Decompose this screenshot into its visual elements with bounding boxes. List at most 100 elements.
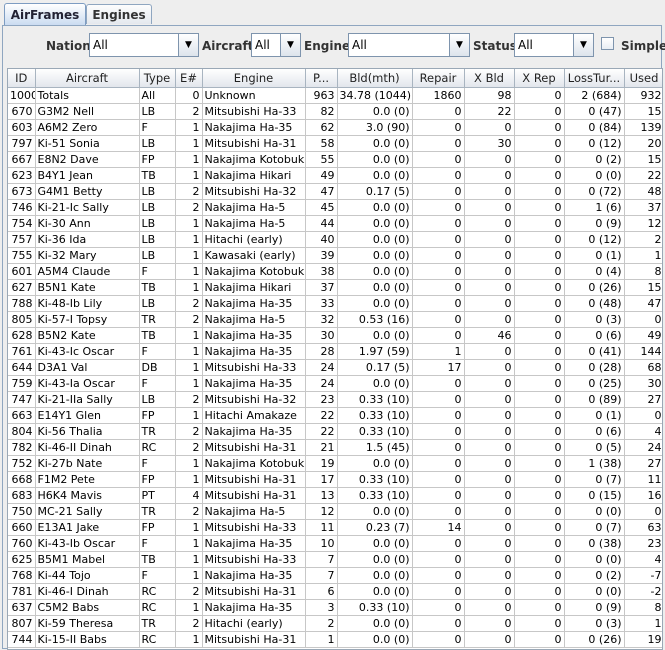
engine-select-value: All xyxy=(352,38,367,52)
cell-engine-count: 2 xyxy=(175,183,203,200)
table-row[interactable]: 663 E14Y1 Glen FP 1 Hitachi Amakaze 22 0.33 (1… xyxy=(8,407,662,424)
column-header-used[interactable]: Used xyxy=(624,69,662,88)
table-row[interactable]: 750 MC-21 Sally TR 2 Nakajima Ha-5 12 0.0 (0) 0… xyxy=(8,503,662,520)
table-row[interactable]: 752 Ki-27b Nate F 1 Nakajima Kotobuki 19 0.0 (… xyxy=(8,455,662,472)
table-row[interactable]: 670 G3M2 Nell LB 2 Mitsubishi Ha-33 82 0.0 (0)… xyxy=(8,103,662,120)
cell-pool: 32 xyxy=(305,311,338,328)
table-row[interactable]: 623 B4Y1 Jean TB 1 Nakajima Hikari 49 0.0 (0) 0… xyxy=(8,167,662,184)
column-header-aircraft[interactable]: Aircraft xyxy=(35,69,140,88)
tab-engines[interactable]: Engines xyxy=(86,4,152,24)
cell-x-repair: 0 xyxy=(514,231,565,248)
table-row[interactable]: 782 Ki-46-II Dinah RC 2 Mitsubishi Ha-31 21 1.… xyxy=(8,439,662,456)
cell-loss-turn: 0 (2) xyxy=(564,151,625,168)
cell-pool: 33 xyxy=(305,295,338,312)
table-row[interactable]: 754 Ki-30 Ann LB 1 Nakajima Ha-5 44 0.0 (0) 0 0 0… xyxy=(8,215,662,232)
table-row[interactable]: 644 D3A1 Val DB 1 Mitsubishi Ha-33 24 0.17 (5)… xyxy=(8,359,662,376)
table-row[interactable]: 804 Ki-56 Thalia TR 2 Nakajima Ha-35 22 0.33 (… xyxy=(8,423,662,440)
cell-x-build: 0 xyxy=(464,119,515,136)
cell-build: 34.78 (1044) xyxy=(337,87,413,104)
chevron-down-icon[interactable]: ▼ xyxy=(178,34,198,56)
cell-aircraft: H6K4 Mavis xyxy=(35,487,140,504)
table-row[interactable]: 768 Ki-44 Tojo F 1 Nakajima Ha-35 7 0.0 (0) 0 0 0… xyxy=(8,567,662,584)
table-row[interactable]: 759 Ki-43-Ia Oscar F 1 Nakajima Ha-35 24 0.0 (… xyxy=(8,375,662,392)
tab-airframes[interactable]: AirFrames xyxy=(4,3,86,26)
table-row[interactable]: 627 B5N1 Kate TB 1 Nakajima Hikari 37 0.0 (0) 0… xyxy=(8,279,662,296)
simple-checkbox[interactable] xyxy=(601,37,614,50)
cell-repair: 0 xyxy=(412,279,465,296)
cell-used: 24 xyxy=(624,439,662,456)
cell-x-build: 0 xyxy=(464,455,515,472)
table-row[interactable]: 761 Ki-43-Ic Oscar F 1 Nakajima Ha-35 28 1.97 … xyxy=(8,343,662,360)
cell-build: 0.33 (10) xyxy=(337,487,413,504)
table-row[interactable]: 628 B5N2 Kate TB 1 Nakajima Ha-35 30 0.0 (0) 0 4… xyxy=(8,327,662,344)
table-row[interactable]: 760 Ki-43-Ib Oscar F 1 Nakajima Ha-35 10 0.0 (… xyxy=(8,535,662,552)
cell-engine-count: 1 xyxy=(175,263,203,280)
cell-type: F xyxy=(139,343,176,360)
cell-build: 0.0 (0) xyxy=(337,279,413,296)
table-row[interactable]: 755 Ki-32 Mary LB 1 Kawasaki (early) 39 0.0 (0… xyxy=(8,247,662,264)
aircraft-select[interactable]: All ▼ xyxy=(251,33,301,57)
status-select[interactable]: All ▼ xyxy=(514,33,594,57)
cell-aircraft: Ki-46-I Dinah xyxy=(35,583,140,600)
table-row[interactable]: 797 Ki-51 Sonia LB 1 Mitsubishi Ha-31 58 0.0 (… xyxy=(8,135,662,152)
table-row[interactable]: 805 Ki-57-I Topsy TR 2 Nakajima Ha-5 32 0.53 (… xyxy=(8,311,662,328)
column-header-repair[interactable]: Repair xyxy=(412,69,465,88)
cell-pool: 55 xyxy=(305,151,338,168)
chevron-down-icon[interactable]: ▼ xyxy=(280,34,300,56)
cell-pool: 2 xyxy=(305,615,338,632)
table-row[interactable]: 757 Ki-36 Ida LB 1 Hitachi (early) 40 0.0 (0) 0… xyxy=(8,231,662,248)
column-header-engine-count[interactable]: E# xyxy=(175,69,203,88)
cell-engine: Mitsubishi Ha-31 xyxy=(202,583,306,600)
chevron-down-icon[interactable]: ▼ xyxy=(573,34,593,56)
table-row[interactable]: 603 A6M2 Zero F 1 Nakajima Ha-35 62 3.0 (90) 0 0… xyxy=(8,119,662,136)
cell-x-build: 0 xyxy=(464,391,515,408)
cell-used: 23 xyxy=(624,535,662,552)
cell-build: 0.33 (10) xyxy=(337,423,413,440)
cell-x-build: 0 xyxy=(464,279,515,296)
table-row[interactable]: 683 H6K4 Mavis PT 4 Mitsubishi Ha-31 13 0.33 (… xyxy=(8,487,662,504)
table-row[interactable]: 781 Ki-46-I Dinah RC 2 Mitsubishi Ha-31 6 0.0 … xyxy=(8,583,662,600)
table-row[interactable]: 637 C5M2 Babs RC 1 Nakajima Ha-35 3 0.33 (10) 0… xyxy=(8,599,662,616)
table-row[interactable]: 667 E8N2 Dave FP 1 Nakajima Kotobuki 55 0.0 (0… xyxy=(8,151,662,168)
table-row[interactable]: 601 A5M4 Claude F 1 Nakajima Kotobuki 38 0.0 (… xyxy=(8,263,662,280)
cell-loss-turn: 0 (47) xyxy=(564,103,625,120)
cell-type: LB xyxy=(139,199,176,216)
cell-used: 49 xyxy=(624,327,662,344)
cell-build: 0.0 (0) xyxy=(337,583,413,600)
table-row[interactable]: 625 B5M1 Mabel TB 1 Mitsubishi Ha-33 7 0.0 (0)… xyxy=(8,551,662,568)
column-header-x-build[interactable]: X Bld xyxy=(464,69,515,88)
table-row[interactable]: 747 Ki-21-IIa Sally LB 2 Mitsubishi Ha-32 23 0… xyxy=(8,391,662,408)
cell-type: RC xyxy=(139,583,176,600)
cell-build: 0.0 (0) xyxy=(337,295,413,312)
cell-aircraft: Ki-15-II Babs xyxy=(35,631,140,648)
column-header-build[interactable]: Bld(mth) xyxy=(337,69,413,88)
cell-loss-turn: 0 (48) xyxy=(564,295,625,312)
table-row[interactable]: 660 E13A1 Jake FP 1 Mitsubishi Ha-33 11 0.23 (… xyxy=(8,519,662,536)
nation-select[interactable]: All ▼ xyxy=(89,33,199,57)
column-header-engine[interactable]: Engine xyxy=(202,69,306,88)
cell-repair: 0 xyxy=(412,199,465,216)
cell-loss-turn: 0 (25) xyxy=(564,375,625,392)
cell-loss-turn: 0 (84) xyxy=(564,119,625,136)
cell-repair: 0 xyxy=(412,391,465,408)
cell-x-repair: 0 xyxy=(514,423,565,440)
cell-pool: 62 xyxy=(305,119,338,136)
table-row[interactable]: 1000TotalsAll0Unknown96334.78 (1044)1860… xyxy=(8,87,662,104)
column-header-loss-turn[interactable]: LossTur... xyxy=(564,69,625,88)
column-header-pool[interactable]: P... xyxy=(305,69,338,88)
table-row[interactable]: 744 Ki-15-II Babs RC 1 Mitsubishi Ha-31 1 0.0 … xyxy=(8,631,662,648)
table-row[interactable]: 807 Ki-59 Theresa TR 2 Hitachi (early) 2 0.0 (… xyxy=(8,615,662,632)
column-header-type[interactable]: Type xyxy=(139,69,176,88)
cell-engine-count: 1 xyxy=(175,407,203,424)
column-header-id[interactable]: ID xyxy=(8,69,36,88)
chevron-down-icon[interactable]: ▼ xyxy=(449,34,469,56)
table-row[interactable]: 788 Ki-48-Ib Lily LB 2 Nakajima Ha-35 33 0.0 (… xyxy=(8,295,662,312)
cell-x-repair: 0 xyxy=(514,359,565,376)
table-row[interactable]: 668 F1M2 Pete FP 1 Mitsubishi Ha-31 17 0.33 (1… xyxy=(8,471,662,488)
cell-pool: 28 xyxy=(305,343,338,360)
engine-select[interactable]: All ▼ xyxy=(348,33,470,57)
column-header-x-repair[interactable]: X Rep xyxy=(514,69,565,88)
table-row[interactable]: 746 Ki-21-Ic Sally LB 2 Nakajima Ha-5 45 0.0 (… xyxy=(8,199,662,216)
table-row[interactable]: 673 G4M1 Betty LB 2 Mitsubishi Ha-32 47 0.17 (… xyxy=(8,183,662,200)
cell-build: 0.33 (10) xyxy=(337,391,413,408)
